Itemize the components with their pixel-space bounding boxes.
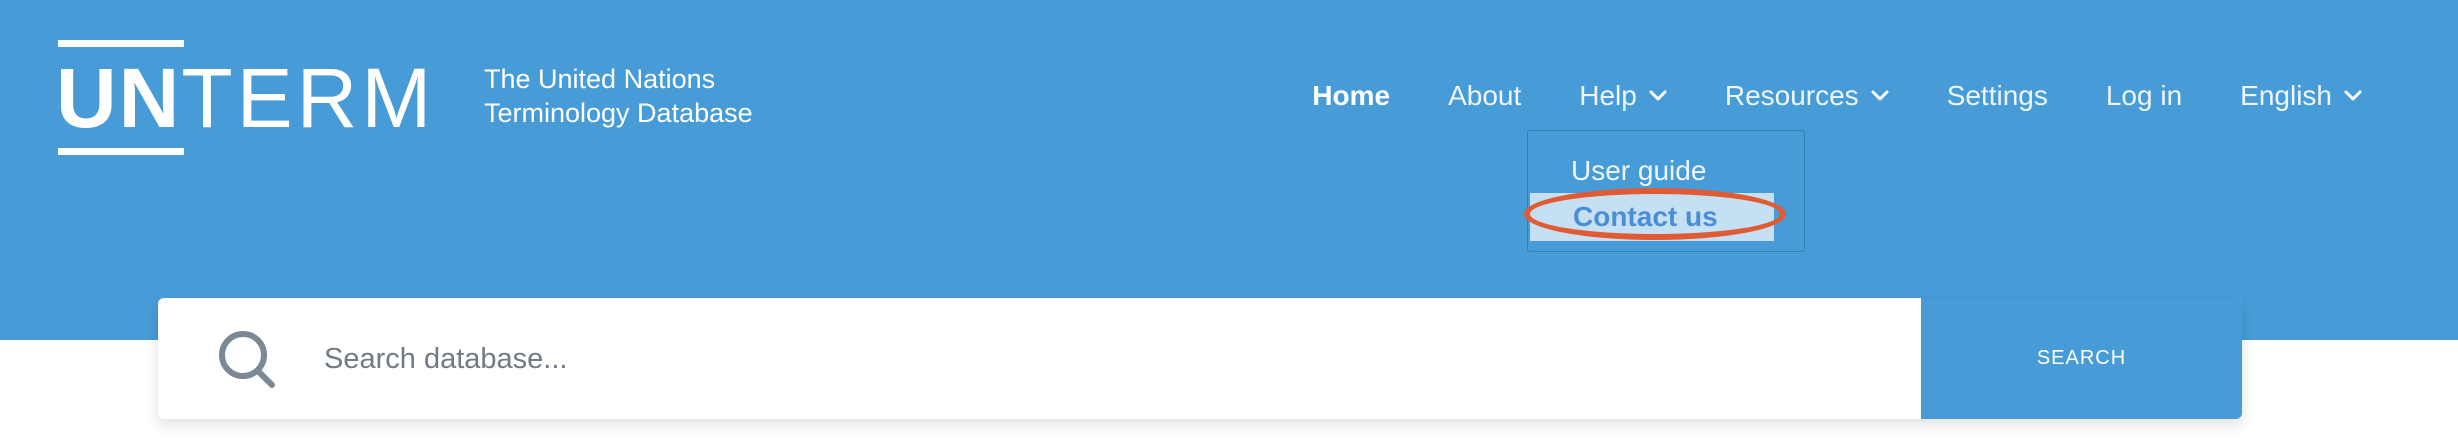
nav-login[interactable]: Log in: [2106, 80, 2182, 112]
unterm-logo[interactable]: UNTERM The United Nations Terminology Da…: [56, 40, 753, 155]
nav-settings[interactable]: Settings: [1947, 80, 2048, 112]
nav-home-label: Home: [1312, 80, 1391, 111]
logo-mark: UNTERM: [56, 40, 431, 155]
search-input[interactable]: [322, 318, 2026, 400]
search-button[interactable]: SEARCH: [1921, 298, 2242, 419]
main-nav: Home About Help Resources Settings Log i…: [1254, 76, 2362, 116]
search-icon: [219, 331, 275, 388]
search-bar: SEARCH: [158, 298, 2242, 419]
nav-settings-label: Settings: [1946, 80, 2048, 111]
logo-bar-bottom: [58, 148, 184, 155]
tagline-line-2: Terminology Database: [484, 98, 753, 128]
nav-about[interactable]: About: [1448, 80, 1521, 112]
nav-resources-label: Resources: [1724, 80, 1859, 111]
menu-item-contact-us[interactable]: Contact us: [1530, 193, 1774, 241]
help-dropdown-menu: User guide Contact us: [1527, 130, 1805, 252]
nav-language-label: English: [2240, 80, 2332, 111]
nav-resources[interactable]: Resources: [1725, 80, 1889, 112]
nav-home[interactable]: Home: [1312, 80, 1390, 112]
logo-wordmark: UNTERM: [56, 54, 435, 142]
logo-word-light: TERM: [181, 51, 436, 145]
tagline-line-1: The United Nations: [484, 64, 716, 94]
nav-about-label: About: [1448, 80, 1522, 111]
chevron-down-icon: [2344, 90, 2362, 101]
chevron-down-icon: [1871, 90, 1889, 101]
menu-item-user-guide[interactable]: User guide: [1528, 151, 1804, 191]
logo-bar-top: [58, 40, 184, 47]
chevron-down-icon: [1649, 90, 1667, 101]
logo-word-bold: UN: [56, 51, 182, 145]
nav-help-label: Help: [1579, 80, 1637, 111]
nav-login-label: Log in: [2105, 80, 2183, 111]
logo-tagline: The United Nations Terminology Database: [484, 62, 784, 130]
nav-language[interactable]: English: [2240, 80, 2362, 112]
nav-help[interactable]: Help: [1579, 80, 1667, 112]
site-header: UNTERM The United Nations Terminology Da…: [0, 0, 2458, 340]
